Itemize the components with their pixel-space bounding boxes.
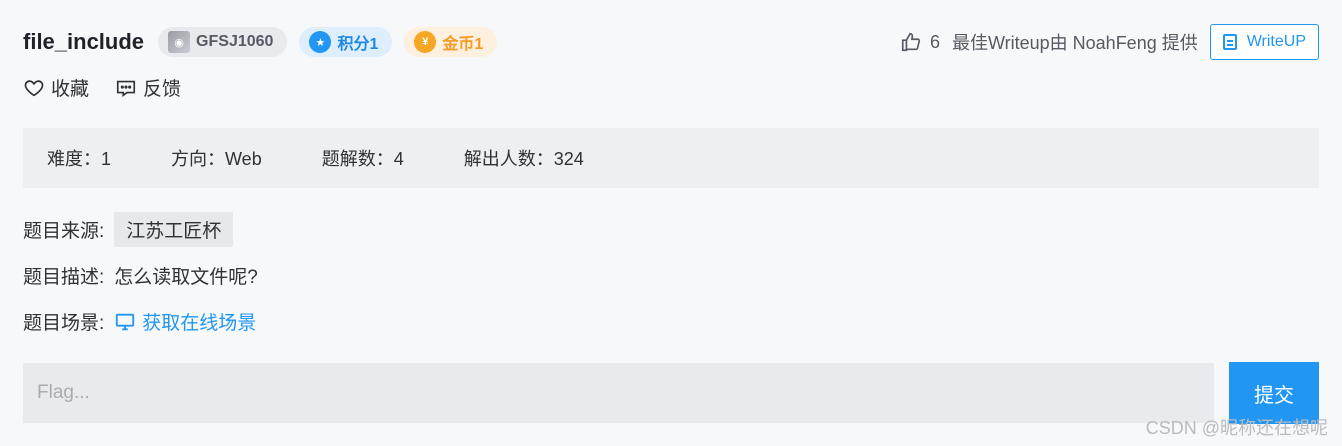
- watermark: CSDN @昵称还在想呢: [1145, 418, 1328, 438]
- badge-coin-icon: ¥: [414, 31, 437, 53]
- action-bar: 收藏 反馈: [23, 74, 207, 101]
- get-scene-label: 获取在线场景: [142, 313, 257, 334]
- challenge-id: GFSJ1060: [196, 33, 274, 50]
- coin-value: 金币1: [442, 36, 484, 53]
- badge-score-icon: ★: [309, 31, 332, 53]
- badge-id-icon: ◉: [168, 31, 191, 53]
- writeup-button-label: WriteUP: [1246, 33, 1306, 50]
- heart-icon: [24, 79, 44, 96]
- source-row: 题目来源: 江苏工匠杯: [23, 212, 234, 247]
- stats-bar: 难度：1 方向：Web 题解数：4 解出人数：324: [23, 128, 1319, 188]
- direction-stat: 方向：Web: [171, 149, 262, 169]
- favorite-button[interactable]: 收藏: [23, 74, 89, 101]
- feedback-label: 反馈: [143, 79, 182, 100]
- feedback-button[interactable]: 反馈: [115, 74, 181, 101]
- difficulty-stat: 难度：1: [47, 149, 112, 169]
- solutions-stat: 题解数：4: [321, 149, 404, 169]
- challenge-header: file_include ◉ GFSJ1060 ★ 积分1 ¥ 金币1: [23, 26, 509, 58]
- description-text: 怎么读取文件呢?: [114, 267, 258, 288]
- source-label: 题目来源:: [23, 221, 105, 242]
- like-count: 6: [929, 31, 940, 52]
- score-badge: ★ 积分1: [299, 27, 393, 57]
- comment-icon: [116, 80, 136, 97]
- document-icon: [1222, 34, 1237, 50]
- favorite-label: 收藏: [51, 79, 90, 100]
- monitor-icon: [116, 313, 135, 330]
- scene-label: 题目场景:: [23, 313, 105, 334]
- writeup-button[interactable]: WriteUP: [1209, 24, 1319, 60]
- coin-badge: ¥ 金币1: [404, 27, 498, 57]
- source-tag: 江苏工匠杯: [114, 212, 234, 247]
- score-value: 积分1: [337, 36, 379, 53]
- solvers-stat: 解出人数：324: [463, 149, 584, 169]
- best-writeup-text: 最佳Writeup由 NoahFeng 提供: [951, 33, 1198, 53]
- description-label: 题目描述:: [23, 267, 105, 288]
- thumbs-up-icon[interactable]: [900, 31, 922, 53]
- flag-input[interactable]: [23, 363, 1214, 423]
- description-row: 题目描述: 怎么读取文件呢?: [23, 262, 258, 289]
- header-right: 6 最佳Writeup由 NoahFeng 提供 WriteUP: [900, 24, 1319, 60]
- scene-row: 题目场景: 获取在线场景: [23, 308, 256, 335]
- challenge-id-badge: ◉ GFSJ1060: [158, 27, 288, 57]
- get-scene-link[interactable]: 获取在线场景: [114, 308, 256, 335]
- challenge-title: file_include: [23, 29, 145, 54]
